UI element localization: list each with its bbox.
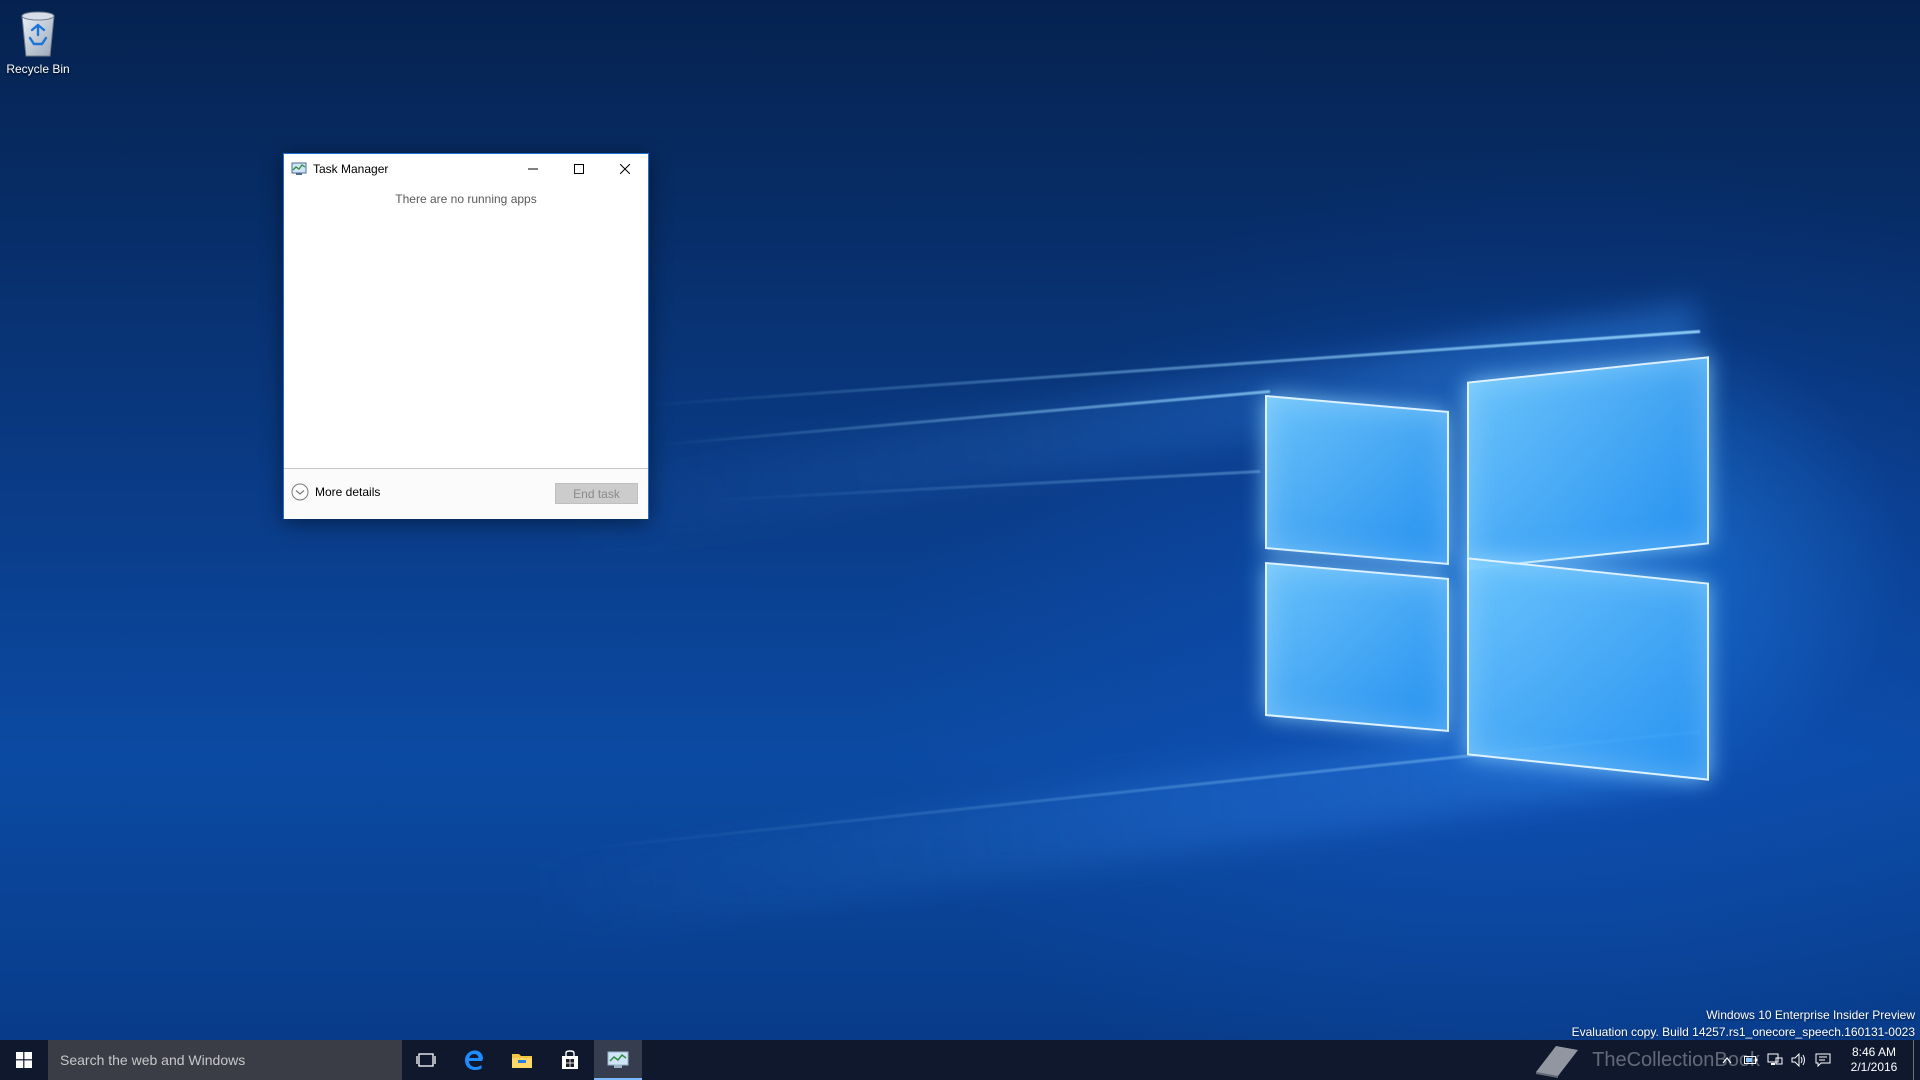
more-details-toggle[interactable]: More details [291,483,380,501]
edge-button[interactable] [450,1040,498,1080]
window-title: Task Manager [313,162,389,176]
task-view-icon [416,1053,436,1067]
close-icon [620,164,630,174]
windows-logo-pane [1467,557,1709,781]
minimize-button[interactable] [510,154,556,184]
end-task-button[interactable]: End task [555,483,638,504]
taskbar: Search the web and Windows TheCollection… [0,1040,1920,1080]
book-icon [1536,1046,1579,1078]
volume-icon [1791,1053,1805,1067]
recycle-bin[interactable]: Recycle Bin [4,8,72,76]
edge-icon [465,1050,483,1070]
maximize-button[interactable] [556,154,602,184]
action-center-icon [1815,1053,1831,1067]
windows-start-icon [16,1052,32,1068]
system-tray: 8:46 AM 2/1/2016 [1715,1040,1920,1080]
desktop: Recycle Bin Task Manager There are no ru… [0,0,1920,1080]
action-center-button[interactable] [1811,1040,1835,1080]
clock-time: 8:46 AM [1851,1045,1897,1059]
recycle-bin-icon [21,11,55,57]
windows-logo-pane [1265,561,1449,733]
volume-button[interactable] [1787,1040,1811,1080]
windows-logo-pane [1265,394,1449,566]
task-view-button[interactable] [402,1040,450,1080]
store-icon [562,1050,578,1069]
battery-icon [1744,1056,1758,1064]
battery-button[interactable] [1739,1040,1763,1080]
task-manager-icon [291,162,307,175]
chevron-down-circle-icon [291,483,309,501]
store-button[interactable] [546,1040,594,1080]
watermark-build: Evaluation copy. Build 14257.rs1_onecore… [1571,1025,1915,1039]
window-footer: More details End task [284,468,648,519]
clock[interactable]: 8:46 AM 2/1/2016 [1835,1045,1913,1075]
more-details-label: More details [315,485,381,499]
recycle-bin-label: Recycle Bin [6,62,70,76]
title-bar[interactable]: Task Manager [284,154,648,184]
chevron-up-icon [1722,1057,1732,1064]
network-icon [1767,1053,1783,1065]
watermark-edition: Windows 10 Enterprise Insider Preview [1706,1008,1915,1022]
evaluation-watermark: Windows 10 Enterprise Insider Preview Ev… [1572,1007,1915,1041]
windows-logo [1265,345,1709,785]
start-button[interactable] [0,1040,48,1080]
file-explorer-icon [512,1054,532,1068]
network-button[interactable] [1763,1040,1787,1080]
show-desktop-button[interactable] [1913,1040,1920,1080]
task-manager-window[interactable]: Task Manager There are no running apps M… [283,153,649,519]
empty-state-message: There are no running apps [395,192,537,206]
show-hidden-icons-button[interactable] [1715,1040,1739,1080]
search-placeholder: Search the web and Windows [60,1052,246,1068]
clock-date: 2/1/2016 [1850,1060,1898,1074]
task-manager-taskbar-button[interactable] [594,1040,642,1080]
windows-logo-pane [1467,356,1709,570]
minimize-icon [528,168,538,170]
search-input[interactable]: Search the web and Windows [48,1040,402,1080]
file-explorer-button[interactable] [498,1040,546,1080]
close-button[interactable] [602,154,648,184]
task-manager-icon [607,1051,629,1068]
maximize-icon [574,164,584,174]
